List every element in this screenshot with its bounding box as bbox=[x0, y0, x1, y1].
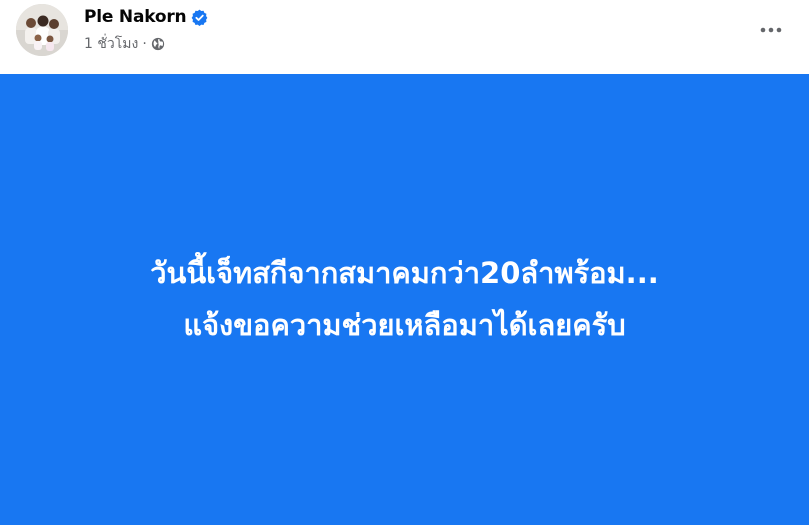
status-line-2: แจ้งขอความช่วยเหลือมาได้เลยครับ bbox=[183, 308, 626, 342]
verified-badge-icon bbox=[191, 9, 208, 26]
status-text: วันนี้เจ็ทสกีจากสมาคมกว่า20ลำพร้อม... แจ… bbox=[25, 247, 785, 351]
family-photo-avatar-icon bbox=[16, 4, 68, 56]
post-header: Ple Nakorn 1 ชั่วโมง · bbox=[0, 0, 809, 74]
author-name[interactable]: Ple Nakorn bbox=[84, 7, 187, 27]
more-options-icon bbox=[760, 27, 782, 33]
status-line-1: วันนี้เจ็ทสกีจากสมาคมกว่า20ลำพร้อม... bbox=[150, 256, 659, 290]
facebook-post: Ple Nakorn 1 ชั่วโมง · วันนี้เจ็ทสกีจากส… bbox=[0, 0, 809, 525]
author-avatar[interactable] bbox=[16, 4, 68, 56]
meta-separator: · bbox=[142, 36, 147, 52]
post-timestamp[interactable]: 1 ชั่วโมง bbox=[84, 33, 138, 55]
author-row: Ple Nakorn bbox=[84, 5, 208, 29]
more-options-button[interactable] bbox=[753, 12, 789, 48]
post-meta: 1 ชั่วโมง · bbox=[84, 34, 165, 54]
status-background[interactable]: วันนี้เจ็ทสกีจากสมาคมกว่า20ลำพร้อม... แจ… bbox=[0, 74, 809, 525]
globe-icon[interactable] bbox=[151, 37, 165, 51]
